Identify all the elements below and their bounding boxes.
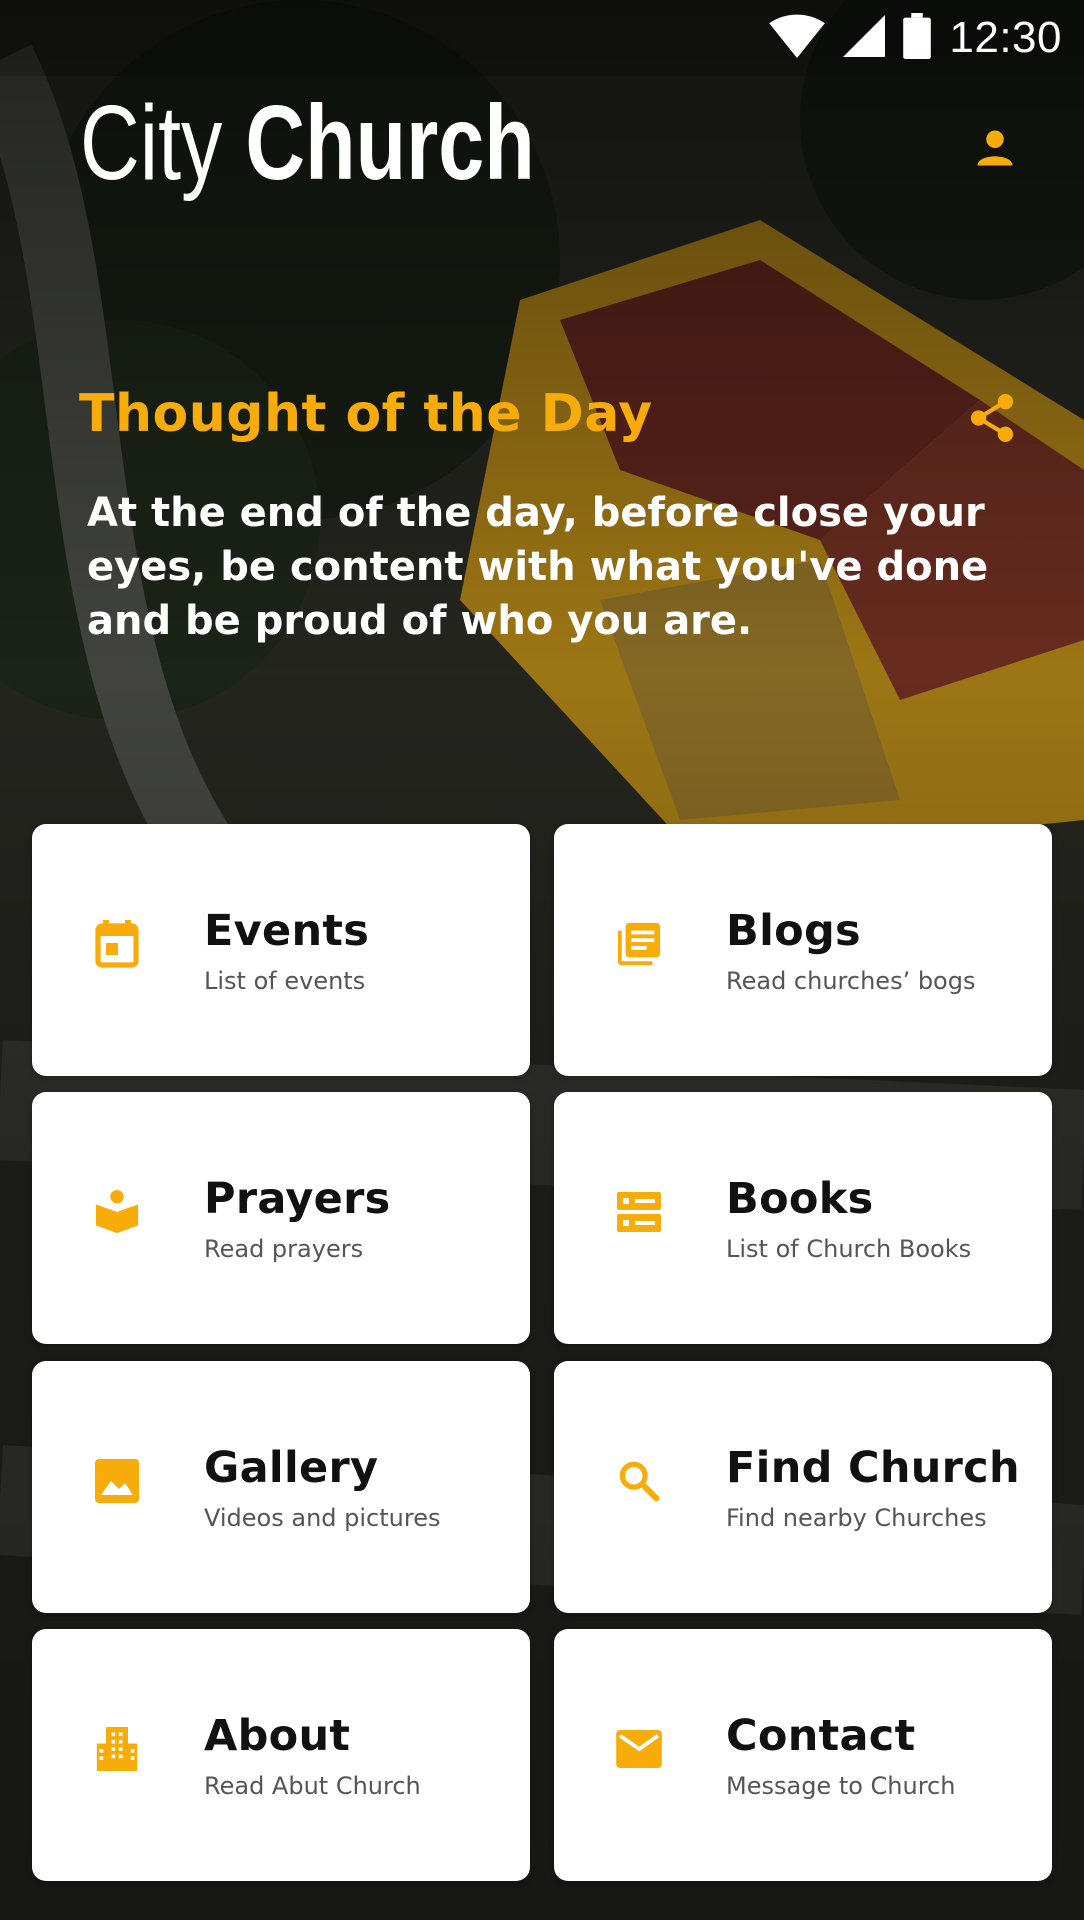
menu-card-books[interactable]: Books List of Church Books: [554, 1092, 1052, 1344]
wifi-icon: [769, 14, 826, 62]
card-title: Books: [726, 1174, 874, 1224]
app-title-bold: Church: [245, 84, 535, 202]
signal-icon: [843, 15, 886, 61]
building-icon: [87, 1719, 147, 1779]
status-bar: 12:30: [0, 0, 1084, 76]
open-book-person-icon: [87, 1182, 147, 1242]
storage-icon: [609, 1182, 669, 1242]
card-subtitle: List of events: [204, 967, 366, 995]
card-title: Contact: [726, 1711, 916, 1761]
search-icon: [609, 1451, 669, 1511]
battery-icon: [903, 13, 932, 63]
app-title: City Church: [80, 88, 535, 198]
card-subtitle: Find nearby Churches: [726, 1504, 987, 1532]
card-subtitle: Message to Church: [726, 1772, 956, 1800]
app-title-light: City: [80, 84, 223, 202]
person-icon: [974, 127, 1016, 173]
thought-heading: Thought of the Day: [79, 384, 653, 444]
card-title: Prayers: [204, 1174, 391, 1224]
card-subtitle: List of Church Books: [726, 1235, 972, 1263]
card-title: Events: [204, 906, 370, 956]
menu-card-about[interactable]: About Read Abut Church: [32, 1629, 530, 1881]
share-icon: [969, 393, 1015, 447]
card-subtitle: Videos and pictures: [204, 1504, 441, 1532]
menu-card-find-church[interactable]: Find Church Find nearby Churches: [554, 1361, 1052, 1613]
menu-card-blogs[interactable]: Blogs Read churches’ bogs: [554, 824, 1052, 1076]
card-title: Gallery: [204, 1443, 379, 1493]
share-button[interactable]: [962, 390, 1022, 450]
card-subtitle: Read prayers: [204, 1235, 364, 1263]
library-books-icon: [609, 914, 669, 974]
thought-text: At the end of the day, before close your…: [87, 490, 989, 644]
menu-card-events[interactable]: Events List of events: [32, 824, 530, 1076]
card-subtitle: Read Abut Church: [204, 1772, 421, 1800]
menu-card-gallery[interactable]: Gallery Videos and pictures: [32, 1361, 530, 1613]
card-title: Blogs: [726, 906, 861, 956]
mail-icon: [609, 1719, 669, 1779]
calendar-icon: [87, 914, 147, 974]
status-time: 12:30: [949, 13, 1062, 62]
image-icon: [87, 1451, 147, 1511]
card-subtitle: Read churches’ bogs: [726, 967, 976, 995]
menu-card-contact[interactable]: Contact Message to Church: [554, 1629, 1052, 1881]
profile-button[interactable]: [965, 120, 1025, 180]
menu-card-prayers[interactable]: Prayers Read prayers: [32, 1092, 530, 1344]
card-title: Find Church: [726, 1443, 1020, 1493]
card-title: About: [204, 1711, 351, 1761]
